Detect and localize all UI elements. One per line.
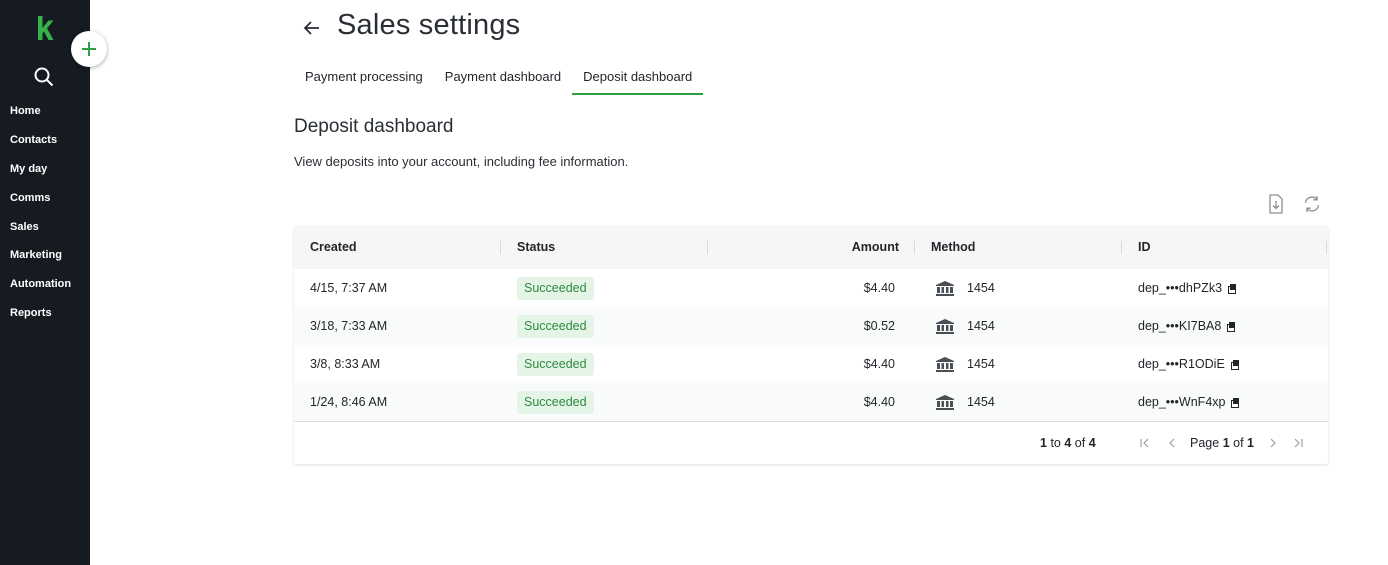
column-divider[interactable] [1121,241,1122,254]
amount-cell: $4.40 [863,395,895,409]
amount-cell: $0.52 [863,319,895,333]
sidebar-item-reports[interactable]: Reports [10,304,71,333]
sidebar-item-sales[interactable]: Sales [10,218,71,247]
created-cell: 1/24, 8:46 AM [310,395,388,409]
sidebar-nav: Home Contacts My day Comms Sales Marketi… [10,102,71,333]
copy-icon[interactable] [1230,360,1240,370]
refresh-icon[interactable] [1301,193,1323,215]
created-cell: 4/15, 7:37 AM [310,281,388,295]
id-cell: dep_•••dhPZk3 [1138,269,1237,307]
column-divider[interactable] [500,241,501,254]
deposit-id: dep_•••WnF4xp [1138,395,1226,409]
sidebar-item-my-day[interactable]: My day [10,160,71,189]
id-cell: dep_•••WnF4xp [1138,383,1240,421]
deposits-table: Created Status Amount Method ID 4/15, 7:… [294,226,1328,464]
table-row[interactable]: 1/24, 8:46 AM Succeeded $4.40 1454 dep_•… [294,383,1328,421]
method-cell: 1454 [967,319,995,333]
tab-payment-dashboard[interactable]: Payment dashboard [434,62,572,95]
page-title: Sales settings [337,9,521,41]
id-cell: dep_•••KI7BA8 [1138,307,1236,345]
column-header-created[interactable]: Created [310,226,357,269]
settings-tabs: Payment processing Payment dashboard Dep… [294,62,704,96]
keap-logo-icon[interactable] [36,16,54,42]
copy-icon[interactable] [1231,398,1240,408]
next-page-icon[interactable] [1267,437,1279,449]
table-header: Created Status Amount Method ID [294,226,1328,269]
bank-icon [936,319,954,334]
bank-icon [936,395,954,410]
id-cell: dep_•••R1ODiE [1138,345,1240,383]
bank-icon [936,357,954,372]
status-badge: Succeeded [517,277,594,300]
add-button[interactable] [71,31,107,67]
section-description: View deposits into your account, includi… [294,154,629,169]
method-cell: 1454 [967,395,995,409]
method-cell: 1454 [967,281,995,295]
amount-cell: $4.40 [863,357,895,371]
amount-cell: $4.40 [863,281,895,295]
column-divider[interactable] [707,241,708,254]
table-row[interactable]: 3/8, 8:33 AM Succeeded $4.40 1454 dep_••… [294,345,1328,383]
sidebar-item-marketing[interactable]: Marketing [10,246,71,275]
download-icon[interactable] [1265,193,1287,215]
sidebar: Home Contacts My day Comms Sales Marketi… [0,0,107,565]
column-header-id[interactable]: ID [1138,226,1151,269]
status-badge: Succeeded [517,315,594,338]
back-arrow-icon[interactable] [300,16,324,40]
first-page-icon[interactable] [1139,437,1151,449]
row-count: 1 to 4 of 4 [1040,436,1096,450]
sidebar-item-comms[interactable]: Comms [10,189,71,218]
page-indicator: Page 1 of 1 [1190,436,1254,450]
table-pagination: 1 to 4 of 4 Page 1 of 1 [294,421,1328,464]
deposit-id: dep_•••KI7BA8 [1138,319,1222,333]
status-badge: Succeeded [517,353,594,376]
created-cell: 3/18, 7:33 AM [310,319,388,333]
search-icon[interactable] [33,66,55,88]
plus-icon [82,42,96,56]
method-cell: 1454 [967,357,995,371]
section-title: Deposit dashboard [294,116,454,137]
column-header-method[interactable]: Method [931,226,975,269]
tab-payment-processing[interactable]: Payment processing [294,62,434,95]
bank-icon [936,281,954,296]
sidebar-item-home[interactable]: Home [10,102,71,131]
table-row[interactable]: 3/18, 7:33 AM Succeeded $0.52 1454 dep_•… [294,307,1328,345]
tab-deposit-dashboard[interactable]: Deposit dashboard [572,62,704,95]
deposit-id: dep_•••R1ODiE [1138,357,1225,371]
sidebar-item-contacts[interactable]: Contacts [10,131,71,160]
created-cell: 3/8, 8:33 AM [310,357,381,371]
column-divider[interactable] [914,241,915,254]
previous-page-icon[interactable] [1166,437,1178,449]
deposit-id: dep_•••dhPZk3 [1138,281,1223,295]
sidebar-item-automation[interactable]: Automation [10,275,71,304]
column-header-amount[interactable]: Amount [852,226,899,269]
copy-icon[interactable] [1228,284,1237,294]
table-row[interactable]: 4/15, 7:37 AM Succeeded $4.40 1454 dep_•… [294,269,1328,307]
copy-icon[interactable] [1227,322,1236,332]
column-header-status[interactable]: Status [517,226,555,269]
status-badge: Succeeded [517,391,594,414]
last-page-icon[interactable] [1292,437,1304,449]
column-divider[interactable] [1326,241,1327,254]
